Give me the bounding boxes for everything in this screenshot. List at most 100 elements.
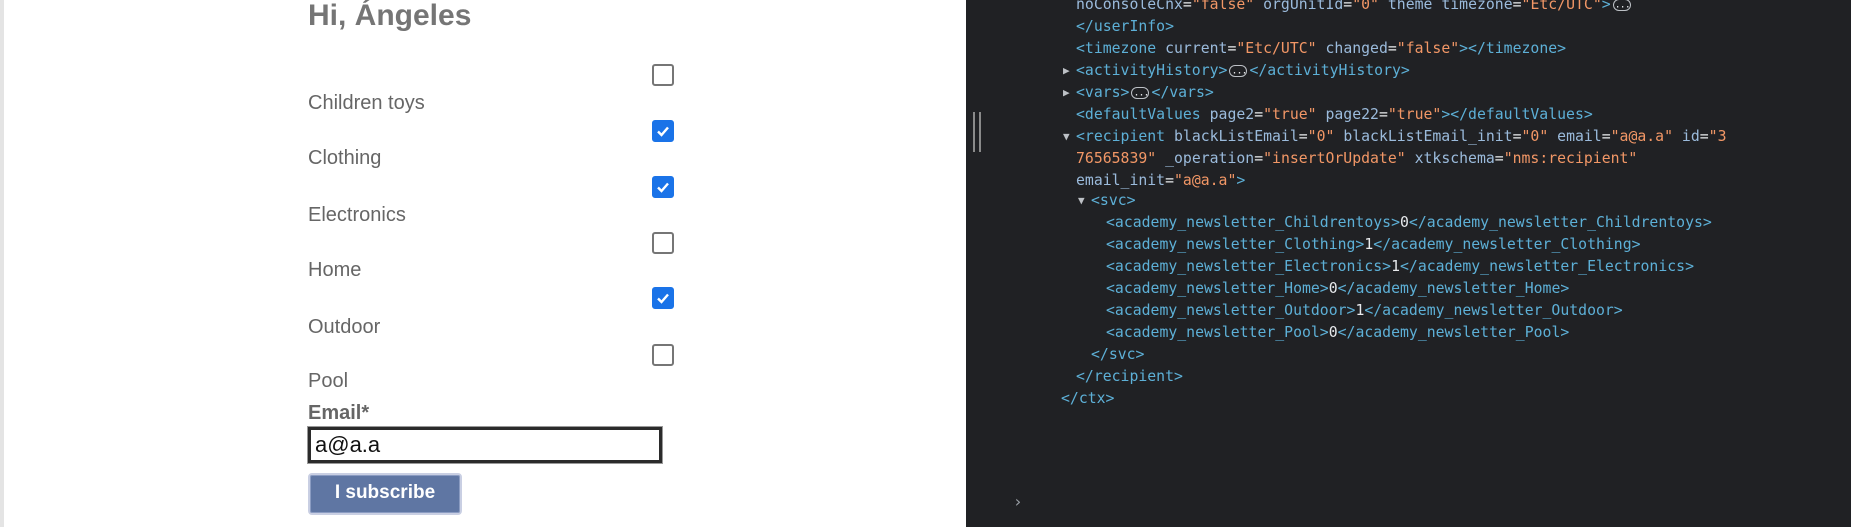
xml-token: = [1254, 106, 1264, 123]
xml-token: blackListEmail_init [1343, 128, 1513, 145]
ellipsis-expand-icon[interactable] [1612, 0, 1631, 21]
console-prompt-icon[interactable]: › [1013, 492, 1023, 511]
xml-token: <timezone [1076, 40, 1157, 57]
xml-token: </userInfo> [1076, 18, 1174, 35]
xml-token: <vars> [1076, 84, 1130, 101]
xml-token [1165, 128, 1174, 145]
ellipsis-expand-icon[interactable] [1131, 83, 1150, 109]
ellipsis-expand-icon[interactable] [1229, 61, 1248, 87]
xml-token: = [1494, 150, 1504, 167]
xml-token: id [1681, 128, 1700, 145]
panel-resize-handle[interactable] [973, 112, 981, 152]
checkbox-children-toys[interactable] [652, 64, 674, 86]
web-page-pane: Hi, Ángeles Children toys Clothing Elect… [0, 0, 966, 527]
expand-triangle-icon[interactable]: ▶ [1063, 80, 1070, 106]
xml-token: = [1298, 128, 1308, 145]
window-edge [0, 0, 4, 527]
xml-token: <academy_newsletter_Pool> [1106, 324, 1329, 341]
email-label: Email* [308, 402, 370, 424]
xml-token: = [1387, 40, 1397, 57]
xml-token: <academy_newsletter_Clothing> [1106, 236, 1365, 253]
xml-token: <academy_newsletter_Electronics> [1106, 258, 1392, 275]
xml-token: = [1182, 0, 1192, 13]
xml-token: = [1601, 128, 1611, 145]
xml-token: 76565839" [1076, 150, 1157, 167]
xml-token: <recipient [1076, 128, 1166, 145]
xml-token: <defaultValues [1076, 106, 1201, 123]
checkbox-outdoor[interactable] [652, 287, 674, 309]
xml-token: email [1557, 128, 1602, 145]
xml-token: "3 [1708, 128, 1727, 145]
xml-token: changed [1325, 40, 1388, 57]
xml-line[interactable]: </ctx> [1061, 386, 1114, 412]
xml-token: <academy_newsletter_Childrentoys> [1106, 214, 1400, 231]
xml-token: 0 [1328, 280, 1338, 297]
xml-token: </academy_newsletter_Outdoor> [1364, 302, 1623, 319]
checkbox-pool[interactable] [652, 344, 674, 366]
category-label-electronics: Electronics [308, 204, 406, 226]
xml-token: "a@a.a" [1174, 172, 1237, 189]
xml-token [1201, 106, 1210, 123]
xml-token [1379, 0, 1388, 13]
xml-token: </academy_newsletter_Electronics> [1400, 258, 1694, 275]
xml-token: "true" [1263, 106, 1317, 123]
xml-token: = [1343, 0, 1353, 13]
xml-token: <academy_newsletter_Home> [1106, 280, 1329, 297]
xml-token [1406, 150, 1415, 167]
xml-token: "0" [1307, 128, 1335, 145]
xml-token: "0" [1352, 0, 1379, 13]
xml-token: > [1601, 0, 1611, 13]
xml-token: 1 [1391, 258, 1400, 275]
xml-token: _operation [1165, 150, 1255, 167]
xml-token: "insertOrUpdate" [1263, 150, 1406, 167]
collapse-triangle-icon[interactable]: ▼ [1063, 124, 1070, 150]
xml-token [1254, 0, 1263, 13]
collapse-triangle-icon[interactable]: ▼ [1078, 188, 1085, 214]
xml-token: "Etc/UTC" [1521, 0, 1602, 13]
email-input[interactable]: a@a.a [307, 426, 663, 464]
xml-token: xtkschema [1414, 150, 1495, 167]
devtools-elements-panel: noConsoleCnx="false" orgUnitId="0" theme… [966, 0, 1851, 527]
xml-token: "false" [1191, 0, 1255, 13]
xml-token: </academy_newsletter_Clothing> [1373, 236, 1641, 253]
xml-token: </vars> [1151, 84, 1214, 101]
xml-token: </recipient> [1076, 368, 1183, 385]
xml-token: blackListEmail [1174, 128, 1299, 145]
greeting-heading: Hi, Ángeles [308, 0, 472, 32]
xml-token: timezone [1441, 0, 1513, 13]
xml-token [1432, 0, 1441, 13]
xml-token [1156, 40, 1165, 57]
xml-token: </academy_newsletter_Childrentoys> [1408, 214, 1712, 231]
xml-token: = [1699, 128, 1709, 145]
xml-token: <svc> [1091, 192, 1136, 209]
category-label-pool: Pool [308, 370, 349, 392]
xml-token: "Etc/UTC" [1236, 40, 1317, 57]
xml-token: page2 [1209, 106, 1255, 123]
xml-token: "true" [1387, 106, 1442, 123]
xml-token: </svc> [1091, 346, 1145, 363]
xml-token: = [1378, 106, 1388, 123]
checkbox-home[interactable] [652, 232, 674, 254]
checkbox-clothing[interactable] [652, 120, 674, 142]
xml-token: <academy_newsletter_Outdoor> [1106, 302, 1356, 319]
xml-token [1156, 150, 1165, 167]
xml-token: ></timezone> [1459, 40, 1567, 57]
xml-token: email_init [1076, 172, 1166, 189]
xml-token: = [1512, 128, 1522, 145]
category-label-clothing: Clothing [308, 147, 382, 169]
xml-token: "0" [1521, 128, 1549, 145]
xml-token: ></defaultValues> [1441, 106, 1593, 123]
xml-token: = [1165, 172, 1175, 189]
xml-token: page22 [1325, 106, 1379, 123]
subscribe-button[interactable]: I subscribe [308, 473, 462, 515]
xml-token: orgUnitId [1263, 0, 1344, 13]
category-label-outdoor: Outdoor [308, 316, 381, 338]
xml-line[interactable]: <academy_newsletter_Pool>0</academy_news… [1106, 320, 1569, 346]
xml-token: </activityHistory> [1249, 62, 1410, 79]
checkbox-electronics[interactable] [652, 176, 674, 198]
xml-token: theme [1387, 0, 1433, 13]
xml-token [1548, 128, 1557, 145]
xml-token: "a@a.a" [1610, 128, 1673, 145]
xml-token: 1 [1364, 236, 1374, 253]
xml-token: </academy_newsletter_Home> [1337, 280, 1570, 297]
